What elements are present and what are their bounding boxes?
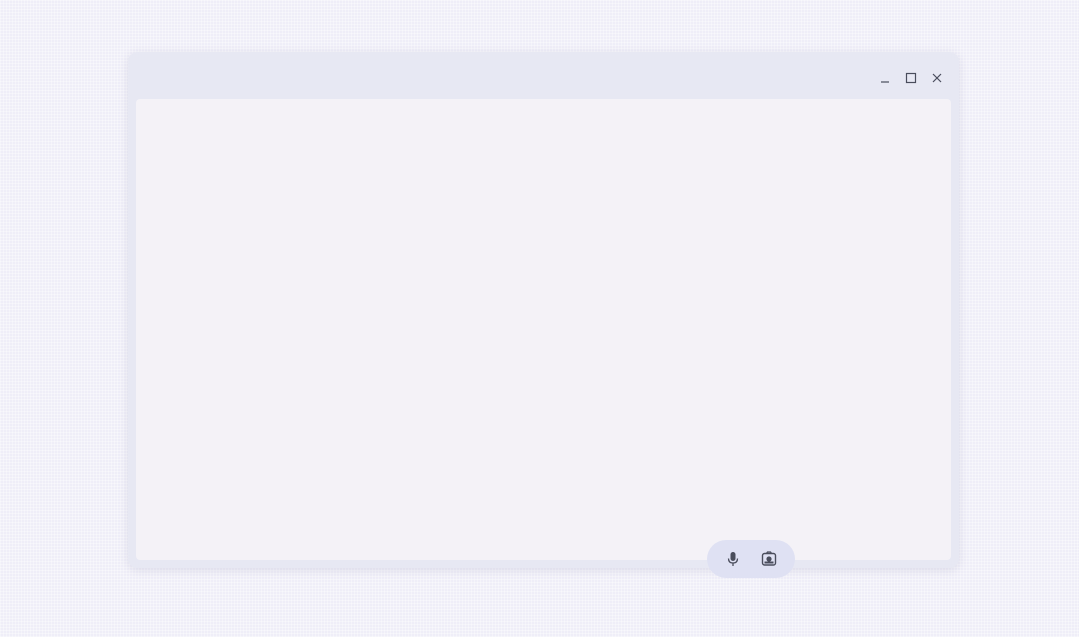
- window-titlebar[interactable]: [128, 52, 959, 98]
- minimize-button[interactable]: [875, 68, 895, 88]
- maximize-button[interactable]: [901, 68, 921, 88]
- floating-toolbar: [707, 540, 795, 578]
- close-icon: [932, 73, 942, 83]
- desktop-background: [0, 0, 1079, 637]
- window-content-area: [136, 99, 951, 578]
- minimize-icon: [881, 81, 889, 83]
- screenshot-button[interactable]: [758, 548, 780, 570]
- window-controls: [875, 68, 947, 88]
- app-window: [128, 52, 959, 578]
- maximize-icon: [905, 72, 917, 84]
- microphone-button[interactable]: [722, 548, 744, 570]
- screenshot-icon: [761, 551, 777, 566]
- microphone-icon: [727, 552, 739, 566]
- close-button[interactable]: [927, 68, 947, 88]
